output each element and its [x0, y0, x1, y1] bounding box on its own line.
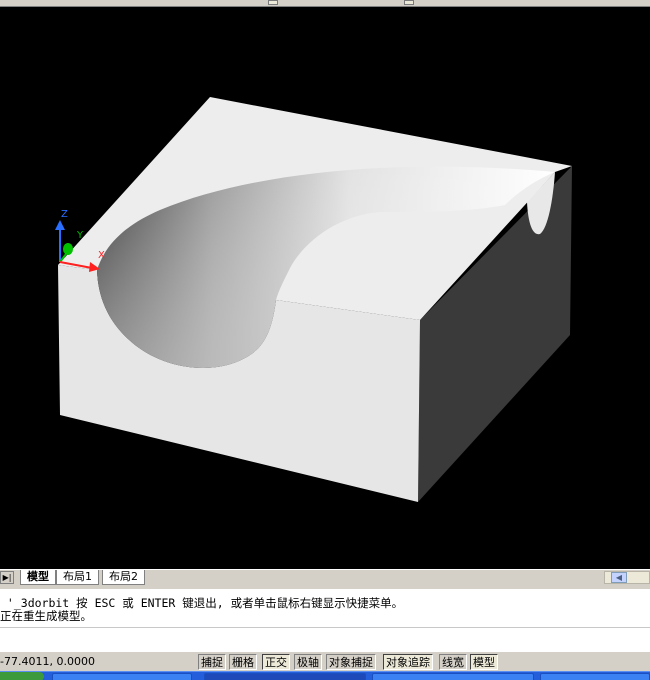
command-input-separator: [0, 627, 650, 628]
horizontal-scrollbar[interactable]: ◀: [604, 571, 650, 584]
command-history-line: '_3dorbit 按 ESC 或 ENTER 键退出, 或者单击鼠标右键显示快…: [0, 596, 404, 610]
command-history-line: 正在重生成模型。: [0, 609, 92, 623]
scroll-left-icon[interactable]: ◀: [611, 572, 627, 583]
otrack-toggle[interactable]: 对象追踪: [383, 654, 433, 670]
grid-toggle[interactable]: 栅格: [229, 654, 257, 670]
model-space-toggle[interactable]: 模型: [470, 654, 498, 670]
taskbar-item[interactable]: [204, 673, 366, 680]
3d-model-render: Z Y X: [55, 97, 572, 502]
taskbar-item[interactable]: [372, 673, 534, 680]
osnap-toggle[interactable]: 对象捕捉: [326, 654, 376, 670]
toolbar-dropdown-arrow[interactable]: [404, 0, 414, 5]
play-end-icon[interactable]: ▶|: [0, 571, 14, 584]
ucs-z-label: Z: [61, 209, 68, 220]
snap-toggle[interactable]: 捕捉: [198, 654, 226, 670]
layout-tab-bar: ▶| 模型 布局1 布局2 ◀: [0, 569, 650, 585]
ucs-y-label: Y: [76, 230, 84, 241]
lineweight-toggle[interactable]: 线宽: [439, 654, 467, 670]
ucs-x-label: X: [98, 250, 105, 261]
polar-toggle[interactable]: 极轴: [294, 654, 322, 670]
status-bar: -77.4011, 0.0000 捕捉 栅格 正交 极轴 对象捕捉 对象追踪 线…: [0, 651, 650, 671]
coordinate-display[interactable]: -77.4011, 0.0000: [0, 654, 196, 670]
command-window[interactable]: '_3dorbit 按 ESC 或 ENTER 键退出, 或者单击鼠标右键显示快…: [0, 585, 650, 651]
tab-model[interactable]: 模型: [20, 570, 56, 585]
tab-layout1[interactable]: 布局1: [56, 570, 99, 585]
toolbar-dropdown-arrow[interactable]: [268, 0, 278, 5]
ortho-toggle[interactable]: 正交: [262, 654, 290, 670]
start-button[interactable]: [0, 672, 44, 680]
tab-layout2[interactable]: 布局2: [102, 570, 145, 585]
taskbar-item[interactable]: [52, 673, 192, 680]
taskbar-item[interactable]: [540, 673, 650, 680]
windows-taskbar: [0, 671, 650, 680]
toolbar-strip: [0, 0, 650, 7]
model-viewport[interactable]: Z Y X: [0, 7, 650, 569]
